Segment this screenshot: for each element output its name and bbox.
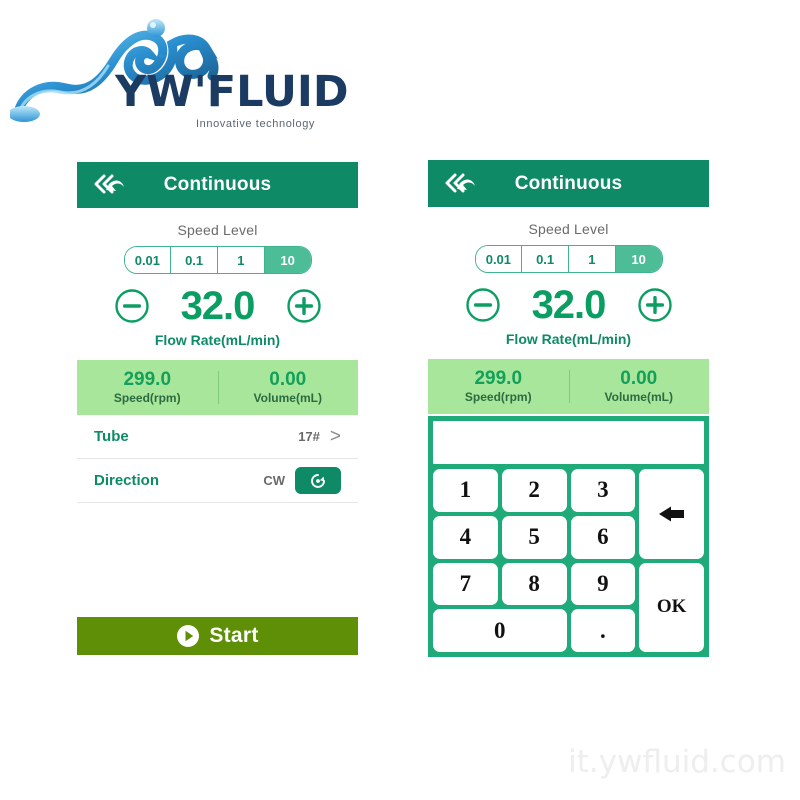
right-stat-speed-caption: Speed(rpm) xyxy=(464,390,532,405)
key-7[interactable]: 7 xyxy=(433,562,498,606)
plus-circle-icon[interactable] xyxy=(286,288,322,324)
stats-divider xyxy=(568,370,570,403)
left-speed-option-1[interactable]: 1 xyxy=(218,247,265,273)
left-panel-title: Continuous xyxy=(163,174,272,195)
site-watermark: it.ywfluid.com xyxy=(568,744,786,780)
right-speed-option-10[interactable]: 10 xyxy=(615,246,662,272)
tube-row[interactable]: Tube 17# > xyxy=(77,415,358,459)
right-flow-rate-value[interactable]: 32.0 xyxy=(519,285,619,325)
right-speed-level-segmented-control[interactable]: 0.01 0.1 1 10 xyxy=(474,245,663,273)
right-speed-option-1[interactable]: 1 xyxy=(569,246,616,272)
key-9[interactable]: 9 xyxy=(570,562,636,606)
minus-circle-icon[interactable] xyxy=(114,288,150,324)
right-flow-rate-caption: Flow Rate(mL/min) xyxy=(505,331,632,347)
key-0[interactable]: 0 xyxy=(433,609,567,652)
left-speed-option-001[interactable]: 0.01 xyxy=(124,247,172,273)
key-1[interactable]: 1 xyxy=(433,469,498,512)
key-2[interactable]: 2 xyxy=(501,469,567,512)
numeric-keypad: 1 2 3 4 5 6 7 8 9 OK 0 . xyxy=(428,416,709,657)
left-speed-option-01[interactable]: 0.1 xyxy=(171,247,218,273)
left-stat-speed-value: 299.0 xyxy=(123,368,172,390)
key-8[interactable]: 8 xyxy=(501,562,567,606)
left-screen-panel: Continuous Speed Level 0.01 0.1 1 10 32.… xyxy=(77,162,358,655)
chevron-right-icon[interactable]: > xyxy=(330,427,341,446)
play-circle-icon xyxy=(177,625,200,647)
direction-row-right: CW xyxy=(263,467,341,494)
tube-value: 17# xyxy=(298,429,320,444)
key-5[interactable]: 5 xyxy=(501,515,567,559)
right-stat-volume: 0.00 Volume(mL) xyxy=(569,367,710,405)
right-panel-header: Continuous xyxy=(428,160,709,207)
direction-label: Direction xyxy=(94,472,160,489)
left-stat-volume-value: 0.00 xyxy=(269,368,307,390)
key-decimal-point[interactable]: . xyxy=(570,609,636,652)
key-4[interactable]: 4 xyxy=(433,515,498,559)
left-speed-level-segmented-control[interactable]: 0.01 0.1 1 10 xyxy=(123,246,312,274)
left-panel-header: Continuous xyxy=(77,162,358,208)
right-speed-option-01[interactable]: 0.1 xyxy=(522,246,569,272)
tube-label: Tube xyxy=(94,428,129,445)
clockwise-rotation-icon xyxy=(311,473,325,488)
right-stat-volume-value: 0.00 xyxy=(620,367,658,389)
logo-tagline: Innovative technology xyxy=(196,118,316,130)
direction-row[interactable]: Direction CW xyxy=(77,459,358,503)
right-stat-speed-value: 299.0 xyxy=(474,367,523,389)
left-speed-level-label: Speed Level xyxy=(177,222,258,238)
plus-circle-icon[interactable] xyxy=(637,287,673,323)
key-6[interactable]: 6 xyxy=(570,515,636,559)
key-backspace[interactable] xyxy=(639,469,704,559)
right-speed-option-001[interactable]: 0.01 xyxy=(475,246,523,272)
left-stats-bar: 299.0 Speed(rpm) 0.00 Volume(mL) xyxy=(77,360,358,415)
right-stat-speed: 299.0 Speed(rpm) xyxy=(428,367,569,405)
backspace-arrow-icon xyxy=(658,506,684,522)
left-flow-rate-value[interactable]: 32.0 xyxy=(168,286,268,326)
left-flow-rate-row: 32.0 xyxy=(77,286,358,326)
left-stat-speed-caption: Speed(rpm) xyxy=(113,391,181,406)
minus-circle-icon[interactable] xyxy=(465,287,501,323)
start-button-label: Start xyxy=(209,624,259,647)
right-flow-rate-row: 32.0 xyxy=(428,285,709,325)
brand-logo: YW'FLUID Innovative technology xyxy=(10,8,349,136)
left-speed-option-10[interactable]: 10 xyxy=(264,247,311,273)
start-button[interactable]: Start xyxy=(77,617,358,655)
left-stat-speed: 299.0 Speed(rpm) xyxy=(77,368,218,406)
stats-divider xyxy=(217,371,219,404)
key-3[interactable]: 3 xyxy=(570,469,636,512)
left-stat-volume-caption: Volume(mL) xyxy=(253,391,322,406)
tube-row-right: 17# > xyxy=(298,427,341,446)
right-stats-bar: 299.0 Speed(rpm) 0.00 Volume(mL) xyxy=(428,359,709,414)
right-panel-title: Continuous xyxy=(514,172,623,194)
key-ok[interactable]: OK xyxy=(639,562,704,652)
right-stat-volume-caption: Volume(mL) xyxy=(604,390,673,405)
right-screen-panel: Continuous Speed Level 0.01 0.1 1 10 32.… xyxy=(428,160,709,657)
logo-wordmark: YW'FLUID xyxy=(115,67,349,117)
right-speed-level-label: Speed Level xyxy=(528,221,609,237)
left-stat-volume: 0.00 Volume(mL) xyxy=(218,368,359,406)
direction-toggle-button[interactable] xyxy=(295,467,341,494)
keypad-display-input[interactable] xyxy=(433,421,704,464)
keypad-grid: 1 2 3 4 5 6 7 8 9 OK 0 . xyxy=(433,469,704,652)
left-flow-rate-caption: Flow Rate(mL/min) xyxy=(154,332,281,348)
direction-value: CW xyxy=(263,473,285,488)
